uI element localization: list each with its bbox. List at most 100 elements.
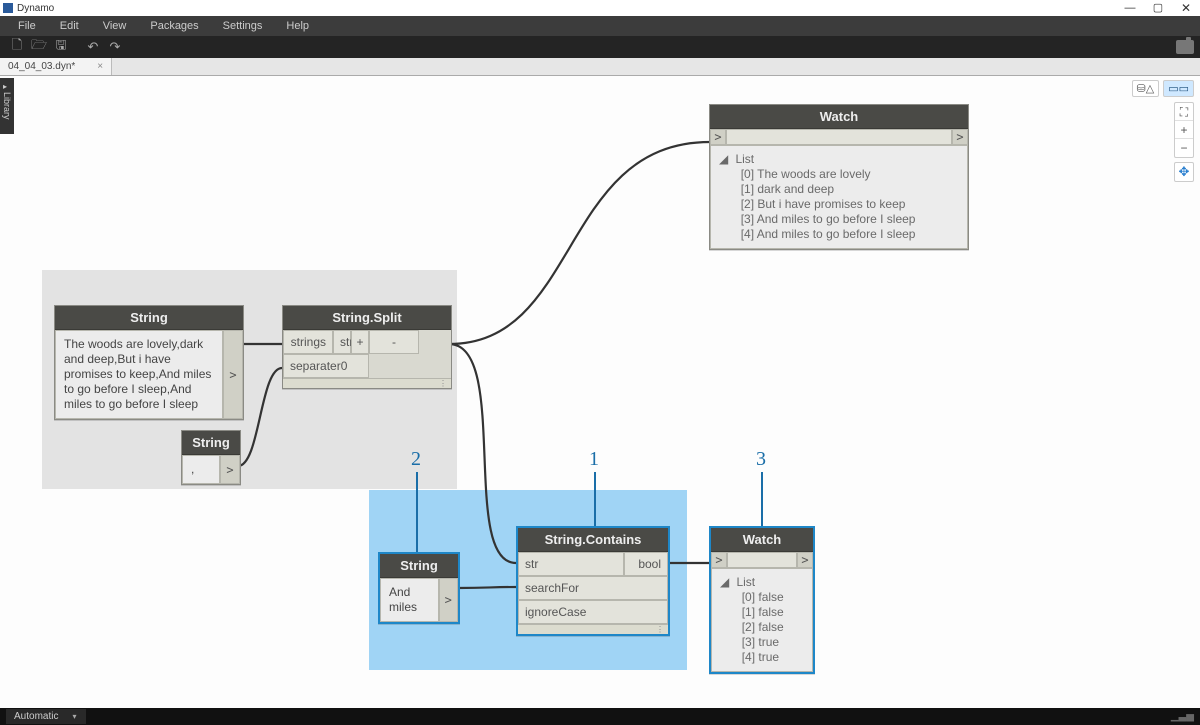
output-port-bool[interactable]: bool xyxy=(624,552,668,576)
input-port-separater0[interactable]: separater0 xyxy=(283,354,369,378)
zoom-controls: ⛶ + − xyxy=(1174,102,1194,158)
input-port-str[interactable]: str xyxy=(333,330,351,354)
zoom-out-icon[interactable]: − xyxy=(1175,139,1193,157)
add-input-icon[interactable]: + xyxy=(351,330,369,354)
output-port[interactable]: > xyxy=(952,129,968,145)
library-label: Library xyxy=(2,92,12,120)
list-item: [4] true xyxy=(742,650,779,664)
list-item: [4] And miles to go before I sleep xyxy=(741,227,916,241)
file-tab[interactable]: 04_04_03.dyn* × xyxy=(0,58,112,75)
string-value[interactable]: , xyxy=(182,455,220,484)
pan-home-icon[interactable]: ✥ xyxy=(1174,162,1194,182)
input-port[interactable]: > xyxy=(711,552,727,568)
menu-file[interactable]: File xyxy=(6,16,48,36)
app-logo-icon xyxy=(3,3,13,13)
string-value[interactable]: And miles xyxy=(380,578,439,622)
node-string-separator[interactable]: String , > xyxy=(181,430,241,485)
status-bar: Automatic ▾ ▁▃▅ xyxy=(0,708,1200,725)
tab-label: 04_04_03.dyn* xyxy=(8,61,75,72)
expand-icon: ▸ xyxy=(3,82,7,91)
run-mode-label: Automatic xyxy=(14,711,58,722)
node-string-search[interactable]: String And miles > xyxy=(378,552,460,624)
graph-canvas[interactable]: ▸ Library ⛁△ ▭▭ ⛶ + − ✥ 2 1 3 String xyxy=(0,76,1200,708)
output-port[interactable]: > xyxy=(223,330,243,419)
watch-mid xyxy=(727,552,797,568)
screenshot-icon[interactable] xyxy=(1176,40,1194,54)
node-view-toggle[interactable]: ▭▭ xyxy=(1163,80,1194,97)
node-title: String xyxy=(182,431,240,455)
watch-mid xyxy=(726,129,952,145)
menu-settings[interactable]: Settings xyxy=(211,16,275,36)
annotation-2-line xyxy=(416,472,418,552)
input-port[interactable]: > xyxy=(710,129,726,145)
undo-icon[interactable]: ↶ xyxy=(82,38,104,56)
tab-strip: 04_04_03.dyn* × xyxy=(0,58,1200,76)
annotation-1: 1 xyxy=(589,448,599,471)
zoom-in-icon[interactable]: + xyxy=(1175,121,1193,139)
annotation-1-line xyxy=(594,472,596,530)
input-port-ignorecase[interactable]: ignoreCase xyxy=(518,600,668,624)
string-value[interactable]: The woods are lovely,dark and deep,But i… xyxy=(55,330,223,419)
node-watch-top[interactable]: Watch > > ◢ List [0] The woods are lovel… xyxy=(709,104,969,250)
output-port[interactable]: > xyxy=(439,578,458,622)
new-file-icon[interactable]: 🗋 xyxy=(6,38,28,56)
menu-help[interactable]: Help xyxy=(274,16,321,36)
list-item: [0] The woods are lovely xyxy=(741,167,871,181)
list-header: List xyxy=(736,575,755,589)
redo-icon[interactable]: ↷ xyxy=(104,38,126,56)
watch-output: ◢ List [0] false [1] false [2] false [3]… xyxy=(711,568,813,672)
list-header: List xyxy=(735,152,754,166)
save-file-icon[interactable]: 🖫 xyxy=(50,38,72,56)
menu-view[interactable]: View xyxy=(91,16,139,36)
list-item: [0] false xyxy=(742,590,784,604)
node-title: Watch xyxy=(711,528,813,552)
menu-edit[interactable]: Edit xyxy=(48,16,91,36)
node-string-split[interactable]: String.Split str + - strings separater0 … xyxy=(282,305,452,389)
window-maximize-button[interactable]: ▢ xyxy=(1144,0,1172,16)
menu-packages[interactable]: Packages xyxy=(138,16,210,36)
list-item: [2] false xyxy=(742,620,784,634)
input-port-searchfor[interactable]: searchFor xyxy=(518,576,668,600)
output-port-strings[interactable]: strings xyxy=(283,330,333,354)
open-file-icon[interactable]: 🗁 xyxy=(28,38,50,56)
output-port[interactable]: > xyxy=(220,455,240,484)
signal-icon: ▁▃▅ xyxy=(1171,711,1194,722)
run-mode-dropdown[interactable]: Automatic ▾ xyxy=(6,709,86,724)
view-tools: ⛁△ ▭▭ xyxy=(1132,80,1194,97)
window-close-button[interactable]: ✕ xyxy=(1172,0,1200,16)
node-footer: ⋮ xyxy=(518,624,668,634)
toolbar: 🗋 🗁 🖫 ↶ ↷ xyxy=(0,36,1200,58)
node-string-contains[interactable]: String.Contains str bool searchFor ignor… xyxy=(516,526,670,636)
window-minimize-button[interactable]: — xyxy=(1116,0,1144,16)
chevron-down-icon: ▾ xyxy=(72,712,76,721)
tab-close-icon[interactable]: × xyxy=(97,61,103,72)
geometry-view-toggle[interactable]: ⛁△ xyxy=(1132,80,1160,97)
node-title: String xyxy=(55,306,243,330)
annotation-3-line xyxy=(761,472,763,530)
node-title: Watch xyxy=(710,105,968,129)
list-item: [1] dark and deep xyxy=(741,182,834,196)
remove-input-icon[interactable]: - xyxy=(369,330,419,354)
app-title: Dynamo xyxy=(17,3,54,14)
list-item: [3] true xyxy=(742,635,779,649)
library-panel-toggle[interactable]: ▸ Library xyxy=(0,78,14,134)
output-port[interactable]: > xyxy=(797,552,813,568)
node-title: String.Split xyxy=(283,306,451,330)
input-port-str[interactable]: str xyxy=(518,552,624,576)
zoom-fit-icon[interactable]: ⛶ xyxy=(1175,103,1193,121)
list-item: [1] false xyxy=(742,605,784,619)
annotation-3: 3 xyxy=(756,448,766,471)
node-footer: ⋮ xyxy=(283,378,451,388)
node-title: String xyxy=(380,554,458,578)
list-item: [3] And miles to go before I sleep xyxy=(741,212,916,226)
collapse-icon[interactable]: ◢ xyxy=(720,575,729,589)
list-item: [2] But i have promises to keep xyxy=(741,197,906,211)
node-string-main[interactable]: String The woods are lovely,dark and dee… xyxy=(54,305,244,420)
node-title: String.Contains xyxy=(518,528,668,552)
watch-output: ◢ List [0] The woods are lovely [1] dark… xyxy=(710,145,968,249)
node-watch-bottom[interactable]: Watch > > ◢ List [0] false [1] false [2]… xyxy=(709,526,815,674)
annotation-2: 2 xyxy=(411,448,421,471)
title-bar: Dynamo — ▢ ✕ xyxy=(0,0,1200,16)
collapse-icon[interactable]: ◢ xyxy=(719,152,728,166)
menu-bar: File Edit View Packages Settings Help xyxy=(0,16,1200,36)
